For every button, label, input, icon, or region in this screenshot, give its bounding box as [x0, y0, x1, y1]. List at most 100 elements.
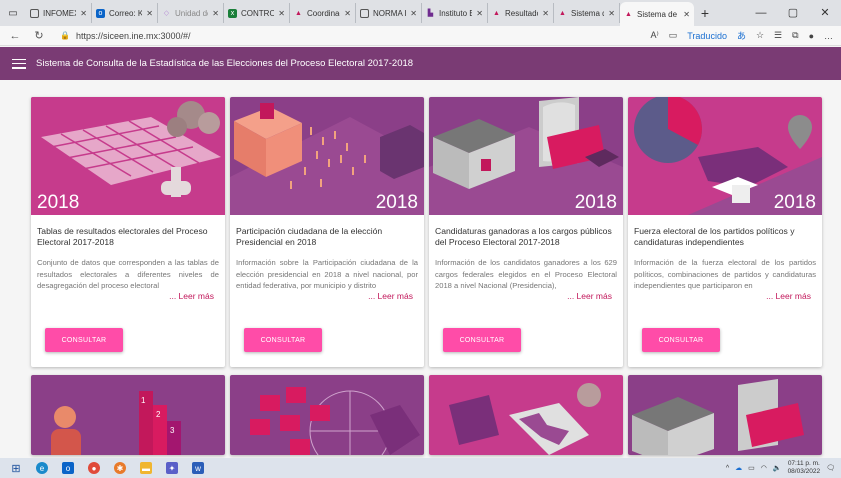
close-icon[interactable]: ✕	[212, 9, 219, 18]
notifications-icon[interactable]: 🗨	[826, 464, 835, 472]
year-label: 2018	[773, 192, 816, 213]
year-label: 2018	[574, 192, 617, 213]
card-description: Información de la fuerza electoral de lo…	[634, 258, 816, 290]
close-icon[interactable]: ✕	[80, 9, 87, 18]
collections-icon[interactable]: ⧉	[792, 30, 798, 41]
browser-tab[interactable]: oCorreo: KA✕	[92, 3, 158, 23]
word-icon[interactable]: w	[192, 462, 204, 474]
browser-tab[interactable]: NORMA IN✕	[356, 3, 422, 23]
translate-icon[interactable]: あ	[737, 29, 746, 42]
close-icon[interactable]: ✕	[278, 9, 285, 18]
card-title: Participación ciudadana de la elección P…	[236, 226, 383, 247]
consultar-button[interactable]: CONSULTAR	[244, 328, 322, 352]
globe-boxes-illustration	[230, 375, 424, 455]
card-fuerza-electoral: 2018 Fuerza electoral de los partidos po…	[628, 97, 822, 367]
close-icon[interactable]: ✕	[683, 10, 690, 19]
favorite-icon[interactable]: ☆	[756, 30, 764, 41]
close-icon[interactable]: ✕	[542, 9, 549, 18]
volume-icon[interactable]: 🔈	[773, 464, 782, 472]
browser-tab[interactable]: ▲Coordinaci✕	[290, 3, 356, 23]
card-illustration: 2018	[628, 97, 822, 215]
tab-actions-icon[interactable]: ▭	[0, 0, 26, 26]
more-icon[interactable]: …	[824, 31, 833, 41]
browser-tab[interactable]: ◇ Unidad de ✕	[158, 3, 224, 23]
institute-icon: ▙	[427, 10, 434, 17]
page-icon	[30, 8, 39, 18]
card-illustration: 1 2 3	[31, 375, 225, 455]
address-bar: ← ↻ 🔒 https://siceen.ine.mx:3000/#/ A⁾ ▭…	[0, 26, 841, 46]
card-illustration	[429, 375, 623, 455]
translated-indicator[interactable]: Traducido	[687, 31, 727, 41]
card-illustration	[628, 375, 822, 455]
wifi-icon[interactable]: ◠	[761, 464, 767, 472]
battery-icon[interactable]: ▭	[748, 464, 755, 472]
favorites-list-icon[interactable]: ☰	[774, 30, 782, 41]
card-row2-3	[429, 375, 623, 455]
windows-start-icon[interactable]: ⊞	[10, 462, 22, 475]
back-icon[interactable]: ←	[8, 30, 22, 42]
chrome-icon[interactable]: ●	[88, 462, 100, 474]
browser-tab[interactable]: xCONTROLE✕	[224, 3, 290, 23]
minimize-icon[interactable]: —	[745, 0, 777, 26]
read-more-link[interactable]: ... Leer más	[230, 291, 424, 302]
system-tray: ^ ☁ ▭ ◠ 🔈 07:11 p. m. 08/03/2022 🗨	[726, 458, 835, 478]
close-icon[interactable]: ✕	[344, 9, 351, 18]
profile-icon[interactable]: ●	[809, 31, 814, 41]
close-icon[interactable]: ✕	[476, 9, 483, 18]
card-title: Tablas de resultados electorales del Pro…	[37, 226, 208, 247]
app-icon[interactable]: ✱	[114, 462, 126, 474]
chevron-up-icon[interactable]: ^	[726, 465, 729, 472]
close-icon[interactable]: ✕	[146, 9, 153, 18]
card-illustration: 2018	[230, 97, 424, 215]
card-illustration	[230, 375, 424, 455]
browser-tab[interactable]: ▲Sistema de✕	[554, 3, 620, 23]
reader-icon[interactable]: ▭	[669, 30, 678, 41]
card-row2-1: 1 2 3	[31, 375, 225, 455]
outlook-icon[interactable]: o	[62, 462, 74, 474]
svg-text:1: 1	[141, 396, 146, 405]
time-label: 07:11 p. m.	[787, 460, 820, 467]
read-aloud-icon[interactable]: A⁾	[651, 30, 659, 41]
url-text: https://siceen.ine.mx:3000/#/	[75, 30, 191, 41]
clock[interactable]: 07:11 p. m. 08/03/2022	[788, 460, 821, 476]
card-candidaturas: 2018 Candidaturas ganadoras a los cargos…	[429, 97, 623, 367]
window-controls: — ▢ ✕	[745, 0, 841, 26]
browser-tab-strip: ▭ INFOMEX✕ oCorreo: KA✕ ◇Unidad de✕ xCON…	[0, 0, 841, 26]
podium-illustration: 1 2 3	[31, 375, 225, 455]
edge-icon[interactable]: e	[36, 462, 48, 474]
read-more-link[interactable]: ... Leer más	[628, 291, 822, 302]
browser-tab[interactable]: ▲Resultados✕	[488, 3, 554, 23]
close-icon[interactable]: ✕	[608, 9, 615, 18]
url-field[interactable]: 🔒 https://siceen.ine.mx:3000/#/	[56, 28, 566, 44]
browser-tab[interactable]: ▙Instituto El✕	[422, 3, 488, 23]
restore-icon[interactable]: ▢	[777, 0, 809, 26]
app-title: Sistema de Consulta de la Estadística de…	[36, 58, 414, 69]
close-window-icon[interactable]: ✕	[809, 0, 841, 26]
new-tab-button[interactable]: +	[694, 5, 716, 21]
year-label: 2018	[375, 192, 418, 213]
browser-tab-active[interactable]: ▲ Sistema de ✕	[620, 2, 694, 26]
ine-icon: ▲	[559, 9, 566, 17]
card-tablas: 2018 Tablas de resultados electorales de…	[31, 97, 225, 367]
address-bar-actions: A⁾ ▭ Traducido あ ☆ ☰ ⧉ ● …	[651, 29, 833, 42]
read-more-link[interactable]: ... Leer más	[429, 291, 623, 302]
menu-icon[interactable]	[12, 58, 26, 69]
teams-icon[interactable]: ✦	[166, 462, 178, 474]
cloud-icon[interactable]: ☁	[735, 464, 742, 472]
refresh-icon[interactable]: ↻	[32, 29, 46, 42]
year-label: 2018	[37, 192, 80, 213]
browser-tab[interactable]: INFOMEX ✕	[26, 3, 92, 23]
file-explorer-icon[interactable]: ▬	[140, 462, 152, 474]
card-participacion: 2018 Participación ciudadana de la elecc…	[230, 97, 424, 367]
consultar-button[interactable]: CONSULTAR	[443, 328, 521, 352]
excel-icon: x	[228, 8, 237, 18]
close-icon[interactable]: ✕	[410, 9, 417, 18]
svg-text:3: 3	[170, 426, 175, 435]
consultar-button[interactable]: CONSULTAR	[45, 328, 123, 352]
read-more-link[interactable]: ... Leer más	[31, 291, 225, 302]
consultar-button[interactable]: CONSULTAR	[642, 328, 720, 352]
map-box-illustration	[429, 375, 623, 455]
app-header: Sistema de Consulta de la Estadística de…	[0, 47, 841, 80]
drive-icon: ◇	[163, 10, 170, 17]
lock-icon[interactable]: 🔒	[60, 31, 70, 40]
